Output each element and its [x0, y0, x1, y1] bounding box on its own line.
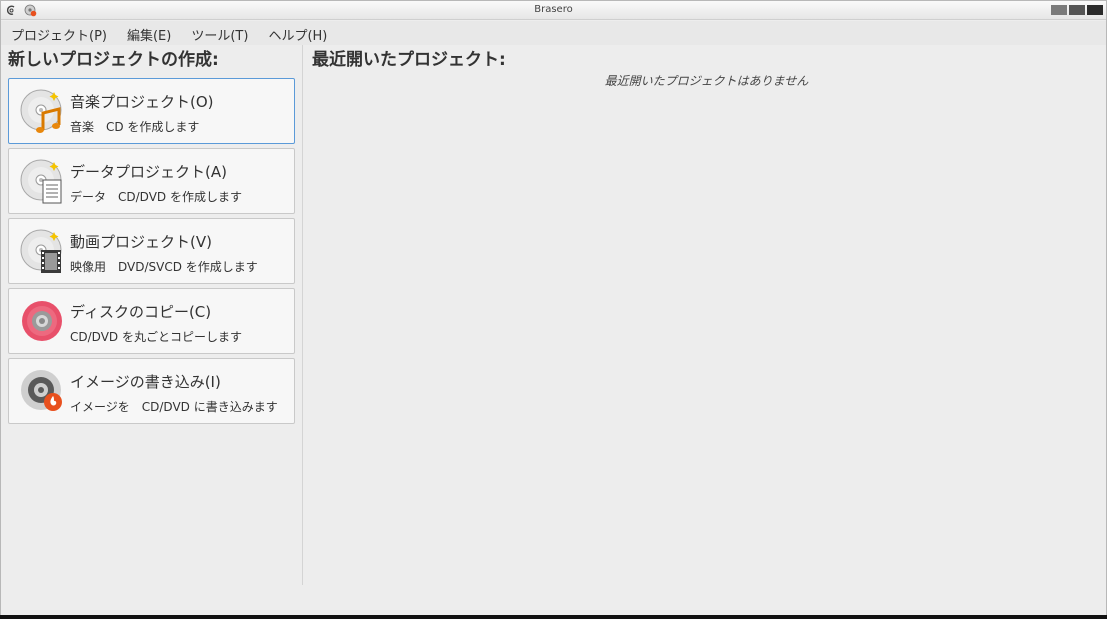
audio-project-desc: 音楽 CD を作成します — [70, 120, 200, 134]
menu-tools[interactable]: ツール(T) — [191, 23, 248, 44]
music-disc-icon — [20, 89, 62, 133]
recent-projects-pane: 最近開いたプロジェクト: 最近開いたプロジェクトはありません — [304, 45, 1106, 585]
data-disc-icon — [20, 159, 62, 204]
minimize-button[interactable] — [1051, 5, 1067, 15]
audio-project-button[interactable]: 音楽プロジェクト(O) 音楽 CD を作成します — [8, 78, 295, 144]
disc-copy-button[interactable]: ディスクのコピー(C) CD/DVD を丸ごとコピーします — [8, 288, 295, 354]
video-disc-icon — [20, 229, 62, 273]
maximize-button[interactable] — [1069, 5, 1085, 15]
data-project-title: データプロジェクト(A) — [70, 163, 227, 181]
recent-projects-heading: 最近開いたプロジェクト: — [312, 50, 506, 70]
brasero-window: Brasero プロジェクト(P) 編集(E) ツール(T) ヘルプ(H) 新し… — [0, 0, 1107, 619]
menu-edit[interactable]: 編集(E) — [127, 23, 171, 44]
new-project-pane: 新しいプロジェクトの作成: 音楽プロジェクト(O) 音楽 CD を作成します デ… — [1, 45, 303, 585]
video-project-title: 動画プロジェクト(V) — [70, 233, 212, 251]
menu-project[interactable]: プロジェクト(P) — [11, 23, 107, 44]
video-project-desc: 映像用 DVD/SVCD を作成します — [70, 260, 258, 274]
menu-help[interactable]: ヘルプ(H) — [268, 23, 327, 44]
taskbar-edge — [0, 615, 1107, 619]
audio-project-title: 音楽プロジェクト(O) — [70, 93, 214, 111]
menu-bar: プロジェクト(P) 編集(E) ツール(T) ヘルプ(H) — [1, 21, 1106, 45]
title-bar: Brasero — [1, 1, 1106, 20]
close-button[interactable] — [1087, 5, 1103, 15]
burn-image-desc: イメージを CD/DVD に書き込みます — [70, 400, 278, 414]
burn-image-button[interactable]: イメージの書き込み(I) イメージを CD/DVD に書き込みます — [8, 358, 295, 424]
disc-copy-icon — [22, 301, 62, 341]
video-project-button[interactable]: 動画プロジェクト(V) 映像用 DVD/SVCD を作成します — [8, 218, 295, 284]
no-recent-projects-text: 最近開いたプロジェクトはありません — [604, 74, 809, 88]
new-project-heading: 新しいプロジェクトの作成: — [8, 50, 219, 70]
window-title: Brasero — [534, 4, 573, 15]
data-project-button[interactable]: データプロジェクト(A) データ CD/DVD を作成します — [8, 148, 295, 214]
window-controls — [1051, 5, 1103, 15]
burn-image-title: イメージの書き込み(I) — [70, 373, 221, 391]
data-project-desc: データ CD/DVD を作成します — [70, 190, 242, 204]
disc-copy-desc: CD/DVD を丸ごとコピーします — [70, 330, 242, 344]
burn-image-icon — [21, 370, 62, 411]
disc-copy-title: ディスクのコピー(C) — [70, 303, 212, 321]
